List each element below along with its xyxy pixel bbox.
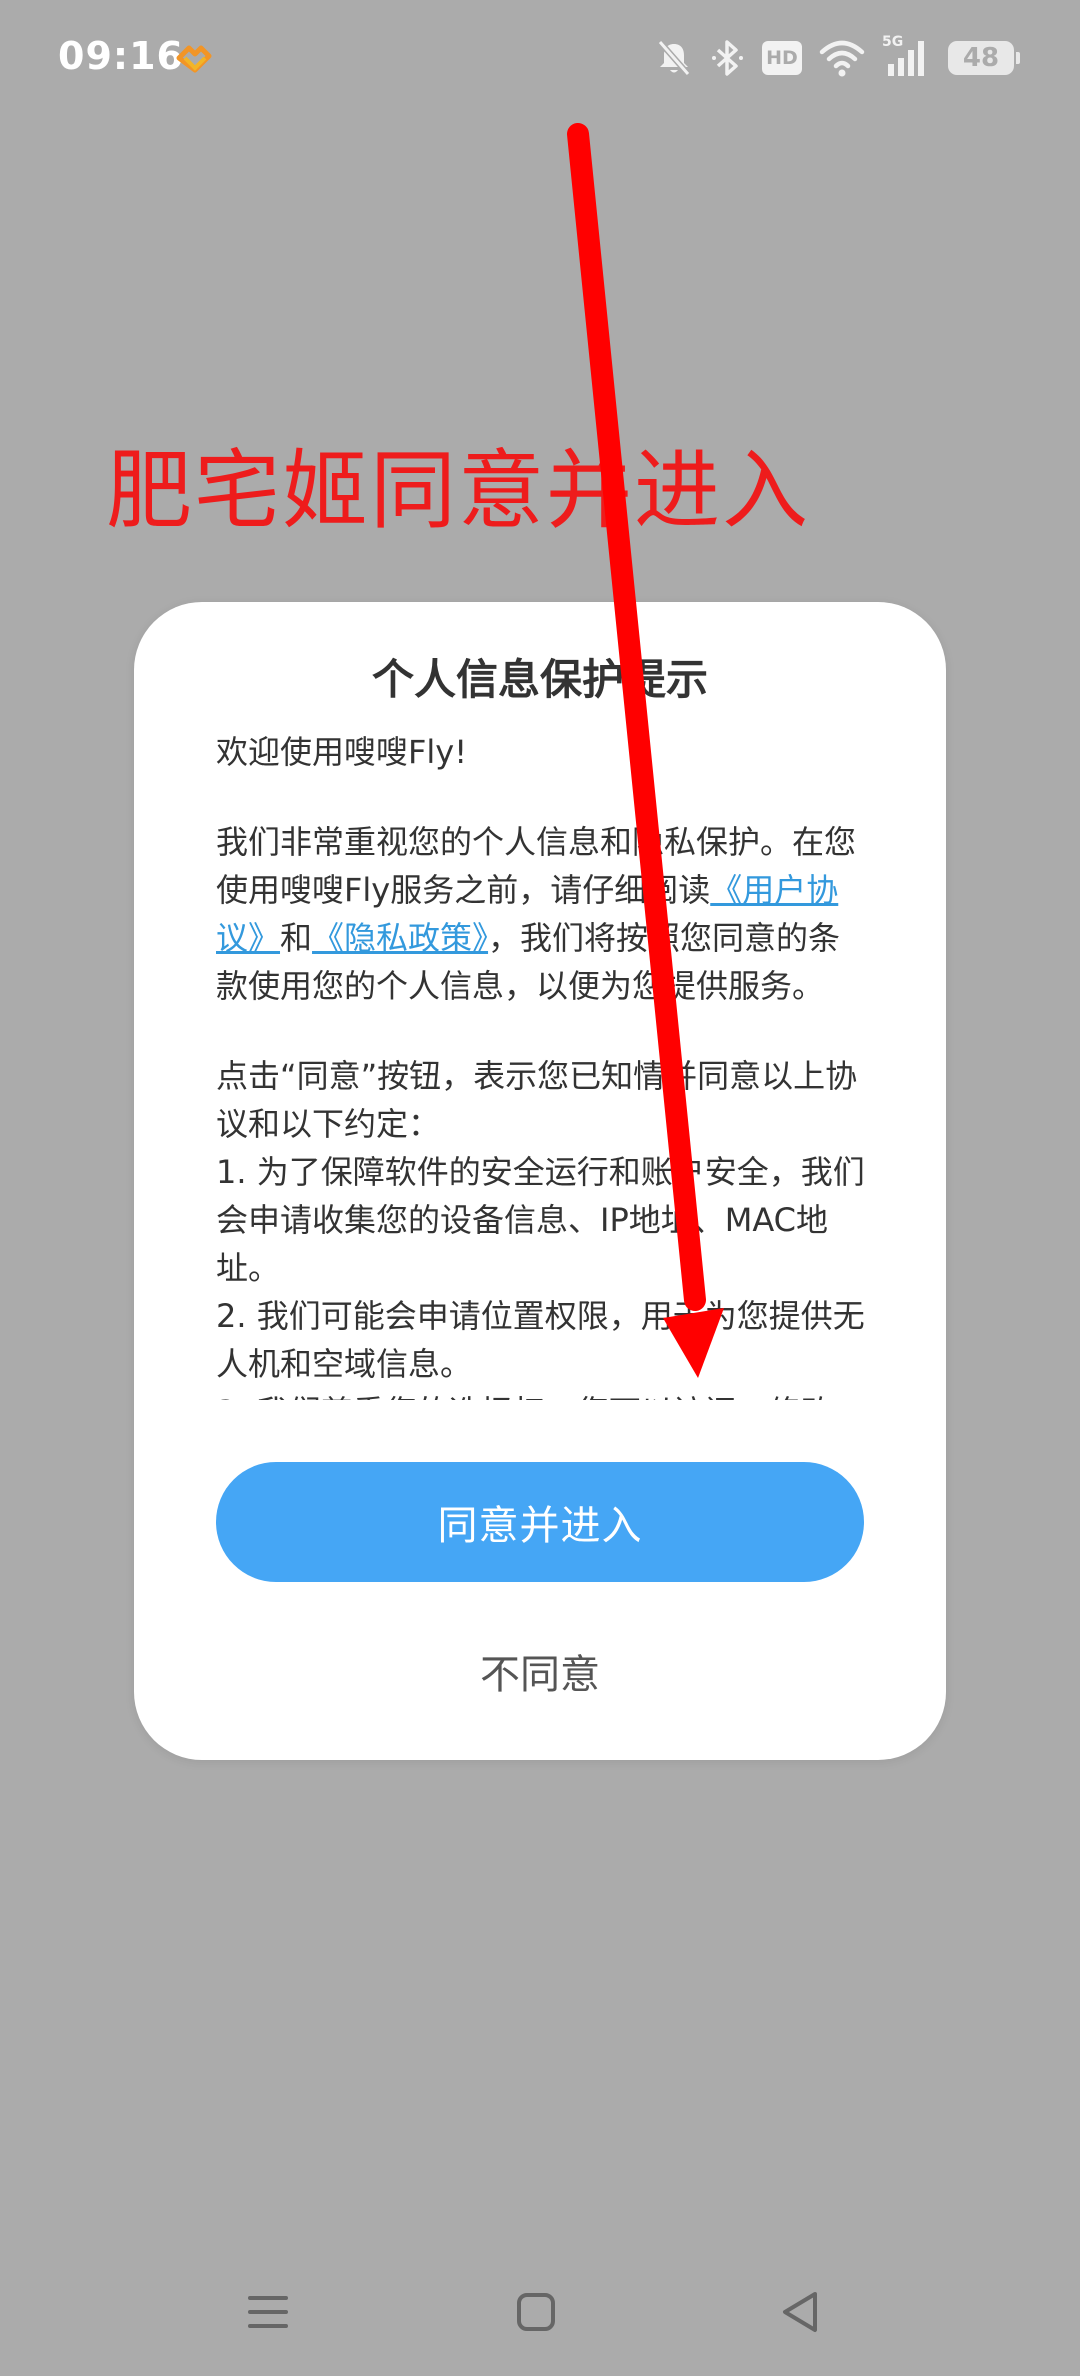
terms-item-3: 3. 我们尊重您的选择权，您可以访问、修改 bbox=[216, 1388, 866, 1400]
mute-icon bbox=[657, 40, 691, 76]
privacy-dialog: 个人信息保护提示 欢迎使用嗖嗖Fly! 我们非常重视您的个人信息和隐私保护。在您… bbox=[134, 602, 946, 1760]
signal-icon: 5G bbox=[882, 34, 932, 78]
agree-and-enter-button[interactable]: 同意并进入 bbox=[216, 1462, 864, 1582]
intro-paragraph: 我们非常重视您的个人信息和隐私保护。在您使用嗖嗖Fly服务之前，请仔细阅读《用户… bbox=[216, 818, 866, 1010]
disagree-button[interactable]: 不同意 bbox=[134, 1642, 946, 1700]
welcome-text: 欢迎使用嗖嗖Fly! bbox=[216, 733, 468, 771]
status-time: 09:16 bbox=[58, 34, 184, 78]
terms-item-1: 1. 为了保障软件的安全运行和账户安全，我们会申请收集您的设备信息、IP地址、M… bbox=[216, 1153, 865, 1287]
navigation-bar bbox=[0, 2260, 1080, 2376]
wifi-icon bbox=[819, 40, 865, 77]
bluetooth-icon bbox=[712, 40, 743, 76]
terms-item-2: 2. 我们可能会申请位置权限，用于为您提供无人机和空域信息。 bbox=[216, 1297, 865, 1383]
consent-intro-text: 点击“同意”按钮，表示您已知情并同意以上协议和以下约定： bbox=[216, 1057, 858, 1143]
privacy-policy-link[interactable]: 《隐私政策》 bbox=[312, 919, 488, 957]
intro-and-text: 和 bbox=[280, 919, 313, 957]
dialog-body-scroll[interactable]: 欢迎使用嗖嗖Fly! 我们非常重视您的个人信息和隐私保护。在您使用嗖嗖Fly服务… bbox=[216, 728, 866, 1400]
home-icon[interactable] bbox=[506, 2282, 566, 2342]
status-icons: HD 5G 48 bbox=[654, 34, 1020, 80]
hd-icon: HD bbox=[762, 41, 802, 75]
overlay-caption: 肥宅姬同意并进入 bbox=[106, 441, 810, 541]
status-bar: 09:16 HD 5G 48 bbox=[0, 0, 1080, 120]
menu-icon[interactable] bbox=[238, 2282, 298, 2342]
dialog-title: 个人信息保护提示 bbox=[371, 655, 708, 704]
battery-icon: 48 bbox=[948, 41, 1020, 75]
app-notification-icon bbox=[176, 45, 212, 73]
back-icon[interactable] bbox=[770, 2282, 830, 2342]
